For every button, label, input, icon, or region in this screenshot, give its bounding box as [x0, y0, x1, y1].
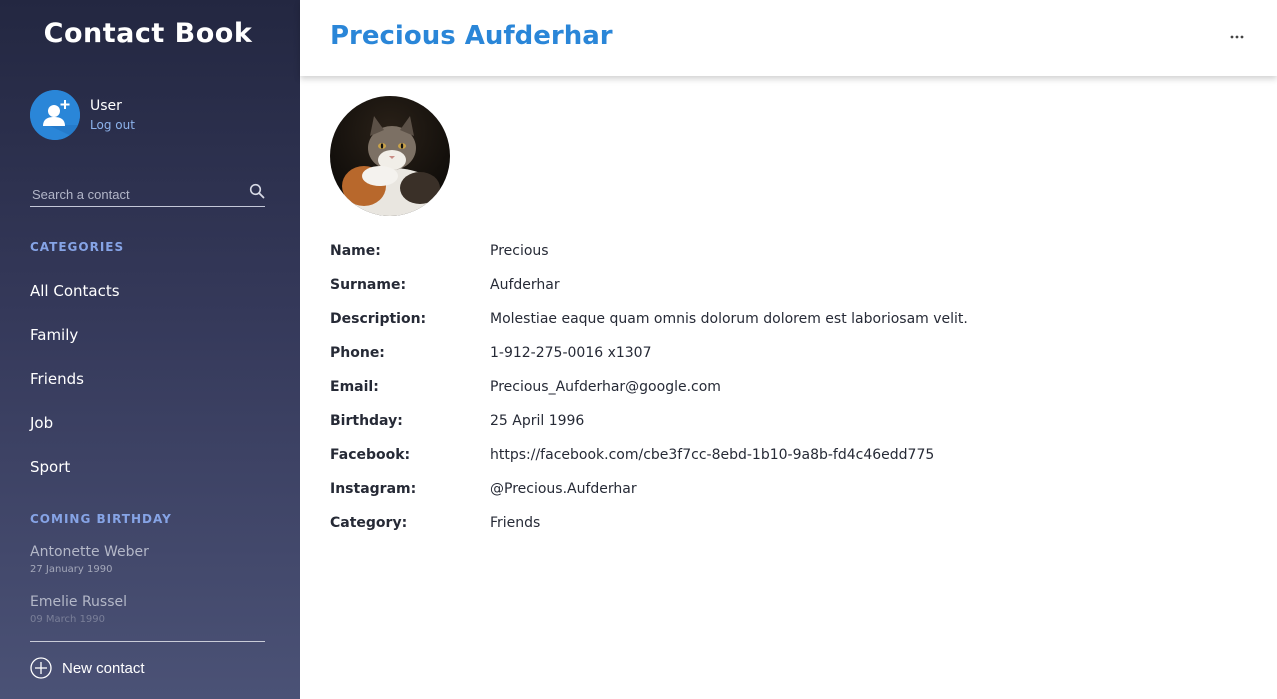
detail-row-email: Email: Precious_Aufderhar@google.com	[330, 379, 1230, 413]
detail-value: Molestiae eaque quam omnis dolorum dolor…	[490, 311, 968, 327]
detail-row-phone: Phone: 1-912-275-0016 x1307	[330, 345, 1230, 379]
detail-row-birthday: Birthday: 25 April 1996	[330, 413, 1230, 447]
detail-value: Precious_Aufderhar@google.com	[490, 379, 721, 395]
sidebar-divider	[30, 641, 265, 642]
detail-label: Birthday:	[330, 413, 403, 429]
detail-row-name: Name: Precious	[330, 243, 1230, 277]
contact-photo	[330, 96, 450, 216]
categories-heading: CATEGORIES	[30, 240, 125, 254]
coming-birthday-heading: COMING BIRTHDAY	[30, 512, 172, 526]
contact-details: Name: Precious Surname: Aufderhar Descri…	[330, 243, 1230, 549]
contact-header: Precious Aufderhar	[300, 0, 1277, 76]
category-friends[interactable]: Friends	[30, 370, 84, 388]
birthday-date: 27 January 1990	[30, 564, 113, 575]
search-icon[interactable]	[249, 183, 265, 199]
plus-circle-icon	[30, 657, 52, 679]
birthday-name[interactable]: Emelie Russel	[30, 594, 127, 610]
detail-label: Name:	[330, 243, 381, 259]
category-sport[interactable]: Sport	[30, 458, 70, 476]
new-contact-button[interactable]: New contact	[30, 657, 190, 681]
user-block: User Log out	[30, 90, 270, 140]
detail-value: 25 April 1996	[490, 413, 585, 429]
detail-label: Category:	[330, 515, 408, 531]
detail-row-instagram: Instagram: @Precious.Aufderhar	[330, 481, 1230, 515]
detail-label: Instagram:	[330, 481, 417, 497]
category-all-contacts[interactable]: All Contacts	[30, 282, 120, 300]
app-title: Contact Book	[43, 18, 253, 49]
detail-row-facebook: Facebook: https://facebook.com/cbe3f7cc-…	[330, 447, 1230, 481]
user-name: User	[90, 98, 122, 114]
birthday-name[interactable]: Antonette Weber	[30, 544, 149, 560]
detail-row-surname: Surname: Aufderhar	[330, 277, 1230, 311]
detail-value: 1-912-275-0016 x1307	[490, 345, 652, 361]
detail-value: Friends	[490, 515, 541, 531]
category-job[interactable]: Job	[30, 414, 53, 432]
sidebar: Contact Book User Log out CATEGORIES All…	[0, 0, 300, 699]
logout-link[interactable]: Log out	[90, 118, 135, 132]
detail-value: Precious	[490, 243, 549, 259]
search-input[interactable]	[30, 184, 244, 204]
contact-title: Precious Aufderhar	[330, 21, 613, 51]
search-bar	[30, 181, 265, 207]
detail-label: Phone:	[330, 345, 385, 361]
detail-row-category: Category: Friends	[330, 515, 1230, 549]
detail-row-description: Description: Molestiae eaque quam omnis …	[330, 311, 1230, 345]
detail-label: Email:	[330, 379, 379, 395]
detail-value: Aufderhar	[490, 277, 560, 293]
detail-value: https://facebook.com/cbe3f7cc-8ebd-1b10-…	[490, 447, 935, 463]
detail-label: Description:	[330, 311, 427, 327]
user-plus-icon[interactable]	[30, 90, 80, 140]
birthday-date: 09 March 1990	[30, 614, 106, 625]
detail-label: Facebook:	[330, 447, 411, 463]
detail-value: @Precious.Aufderhar	[490, 481, 637, 497]
more-horizontal-icon[interactable]	[1229, 28, 1245, 44]
category-family[interactable]: Family	[30, 326, 78, 344]
detail-label: Surname:	[330, 277, 407, 293]
new-contact-label: New contact	[62, 660, 145, 677]
